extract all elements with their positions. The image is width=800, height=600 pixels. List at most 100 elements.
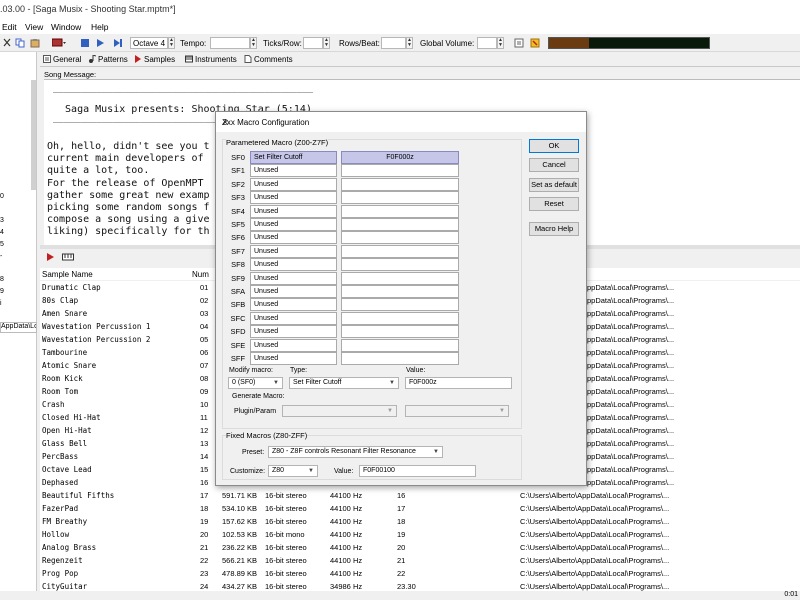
macro-help-button[interactable]: Macro Help [529, 222, 579, 236]
tree-scrollbar[interactable] [31, 80, 36, 190]
stop-icon[interactable] [80, 38, 90, 48]
macro-description[interactable]: Unused [250, 204, 337, 218]
sample-name: Room Kick [42, 374, 83, 383]
column-sample-name[interactable]: Sample Name [42, 270, 93, 279]
plugin-select[interactable]: ▼ [282, 405, 397, 417]
reset-button[interactable]: Reset [529, 197, 579, 211]
samples-list-icon[interactable] [46, 252, 56, 262]
menu-bar: Edit View Window Help [0, 20, 800, 34]
macro-description[interactable]: Unused [250, 177, 337, 191]
tab-samples[interactable]: Samples [134, 55, 175, 64]
ok-button[interactable]: OK [529, 139, 579, 153]
tab-patterns[interactable]: Patterns [88, 54, 128, 64]
macro-value[interactable] [341, 231, 459, 245]
macro-description[interactable]: Set Filter Cutoff [250, 151, 337, 164]
type-select[interactable]: Set Filter Cutoff ▼ [289, 377, 399, 389]
tempo-input[interactable] [210, 37, 250, 49]
macro-description[interactable]: Unused [250, 325, 337, 339]
sample-path: ppData\Local\Programs\... [587, 387, 675, 396]
title-bar: .03.00 - [Saga Musix - Shooting Star.mpt… [0, 0, 800, 20]
volume-spinner[interactable]: ▲ ▼ [497, 37, 504, 49]
param-select[interactable]: ▼ [405, 405, 509, 417]
macro-value[interactable]: F0F000z [341, 151, 459, 164]
sample-rate: 44100 Hz [330, 530, 363, 539]
macro-value[interactable] [341, 285, 459, 298]
customize-select[interactable]: Z80 ▼ [268, 465, 318, 477]
macro-description[interactable]: Unused [250, 258, 337, 272]
macro-description[interactable]: Unused [250, 311, 337, 325]
volume-input[interactable] [477, 37, 497, 49]
octave-select[interactable]: Octave 4 [130, 37, 168, 49]
tree-label: i [0, 300, 2, 307]
rows-spinner[interactable]: ▲ ▼ [406, 37, 413, 49]
settings-icon[interactable] [514, 38, 524, 48]
table-row[interactable]: Prog Pop 23 478.89 KB 16-bit stereo 44100 Hz… [40, 567, 800, 580]
macro-value[interactable] [341, 271, 459, 285]
play-pattern-icon[interactable] [113, 38, 123, 48]
macro-description[interactable]: Unused [250, 244, 337, 258]
column-num[interactable]: Num [192, 270, 209, 279]
menu-edit[interactable]: Edit [2, 22, 17, 32]
paste-icon[interactable] [30, 38, 40, 48]
tab-comments[interactable]: Comments [244, 55, 293, 64]
macro-value[interactable] [341, 258, 459, 272]
menu-window[interactable]: Window [51, 22, 81, 32]
macro-value[interactable] [341, 164, 459, 178]
message-line: current main developers of [47, 153, 210, 164]
table-row[interactable]: Beautiful Fifths 17 591.71 KB 16-bit stereo… [40, 489, 800, 502]
copy-icon[interactable] [15, 38, 25, 48]
preset-select[interactable]: Z80 - Z8F controls Resonant Filter Reson… [268, 446, 443, 458]
menu-view[interactable]: View [25, 22, 43, 32]
macro-id: SFC [230, 313, 246, 323]
ticks-input[interactable] [303, 37, 323, 49]
play-icon[interactable] [95, 38, 105, 48]
sample-size: 591.71 KB [222, 491, 258, 500]
macro-description[interactable]: Unused [250, 231, 337, 245]
table-row[interactable]: Analog Brass 21 236.22 KB 16-bit stereo 4410… [40, 541, 800, 554]
macro-description[interactable]: Unused [250, 271, 337, 285]
tempo-spinner[interactable]: ▲ ▼ [250, 37, 257, 49]
tab-patterns-label: Patterns [98, 55, 128, 64]
macro-description[interactable]: Unused [250, 218, 337, 231]
macro-value[interactable] [341, 244, 459, 258]
tab-general[interactable]: General [43, 55, 81, 64]
plugin-icon[interactable] [530, 38, 540, 48]
tree-view[interactable]: 0 3 4 5 - 8 9 i AppData\Lo [0, 52, 37, 600]
rows-input[interactable] [381, 37, 406, 49]
tree-path-field[interactable]: AppData\Lo [0, 322, 37, 333]
macro-value-input[interactable]: F0F000z [405, 377, 512, 389]
macro-description[interactable]: Unused [250, 285, 337, 298]
close-icon[interactable]: ✕ [222, 118, 580, 127]
fixed-value-input[interactable]: F0F00100 [359, 465, 476, 477]
table-row[interactable]: FazerPad 18 534.10 KB 16-bit stereo 44100 Hz… [40, 502, 800, 515]
table-row[interactable]: Hollow 20 102.53 KB 16-bit mono 44100 Hz 19 C:… [40, 528, 800, 541]
modify-macro-select[interactable]: 0 (SF0) ▼ [228, 377, 283, 389]
macro-value[interactable] [341, 311, 459, 325]
instruments-list-icon[interactable] [62, 252, 74, 262]
table-row[interactable]: Regenzeit 22 566.21 KB 16-bit stereo 44100 H… [40, 554, 800, 567]
menu-help[interactable]: Help [91, 22, 108, 32]
set-default-button[interactable]: Set as default [529, 178, 579, 192]
tree-label: 3 [0, 217, 4, 224]
macro-value[interactable] [341, 177, 459, 191]
macro-description[interactable]: Unused [250, 298, 337, 312]
macro-value[interactable] [341, 204, 459, 218]
table-row[interactable]: FM Breathy 19 157.62 KB 16-bit stereo 44100 … [40, 515, 800, 528]
macro-description[interactable]: Unused [250, 191, 337, 205]
macro-value[interactable] [341, 325, 459, 339]
table-row[interactable]: CityGuitar 24 434.27 KB 16-bit stereo 34986 … [40, 580, 800, 591]
macro-value[interactable] [341, 298, 459, 312]
macro-description[interactable]: Unused [250, 338, 337, 352]
cancel-button[interactable]: Cancel [529, 158, 579, 172]
octave-spinner[interactable]: ▲ ▼ [168, 37, 175, 49]
tab-instruments[interactable]: Instruments [185, 55, 237, 64]
macro-value[interactable] [341, 352, 459, 365]
macro-description[interactable]: Unused [250, 164, 337, 178]
cut-icon[interactable] [2, 38, 12, 48]
macro-value[interactable] [341, 338, 459, 352]
macro-description[interactable]: Unused [250, 352, 337, 365]
ticks-spinner[interactable]: ▲ ▼ [323, 37, 330, 49]
macro-value[interactable] [341, 218, 459, 231]
macro-value[interactable] [341, 191, 459, 205]
record-icon[interactable] [51, 38, 66, 48]
